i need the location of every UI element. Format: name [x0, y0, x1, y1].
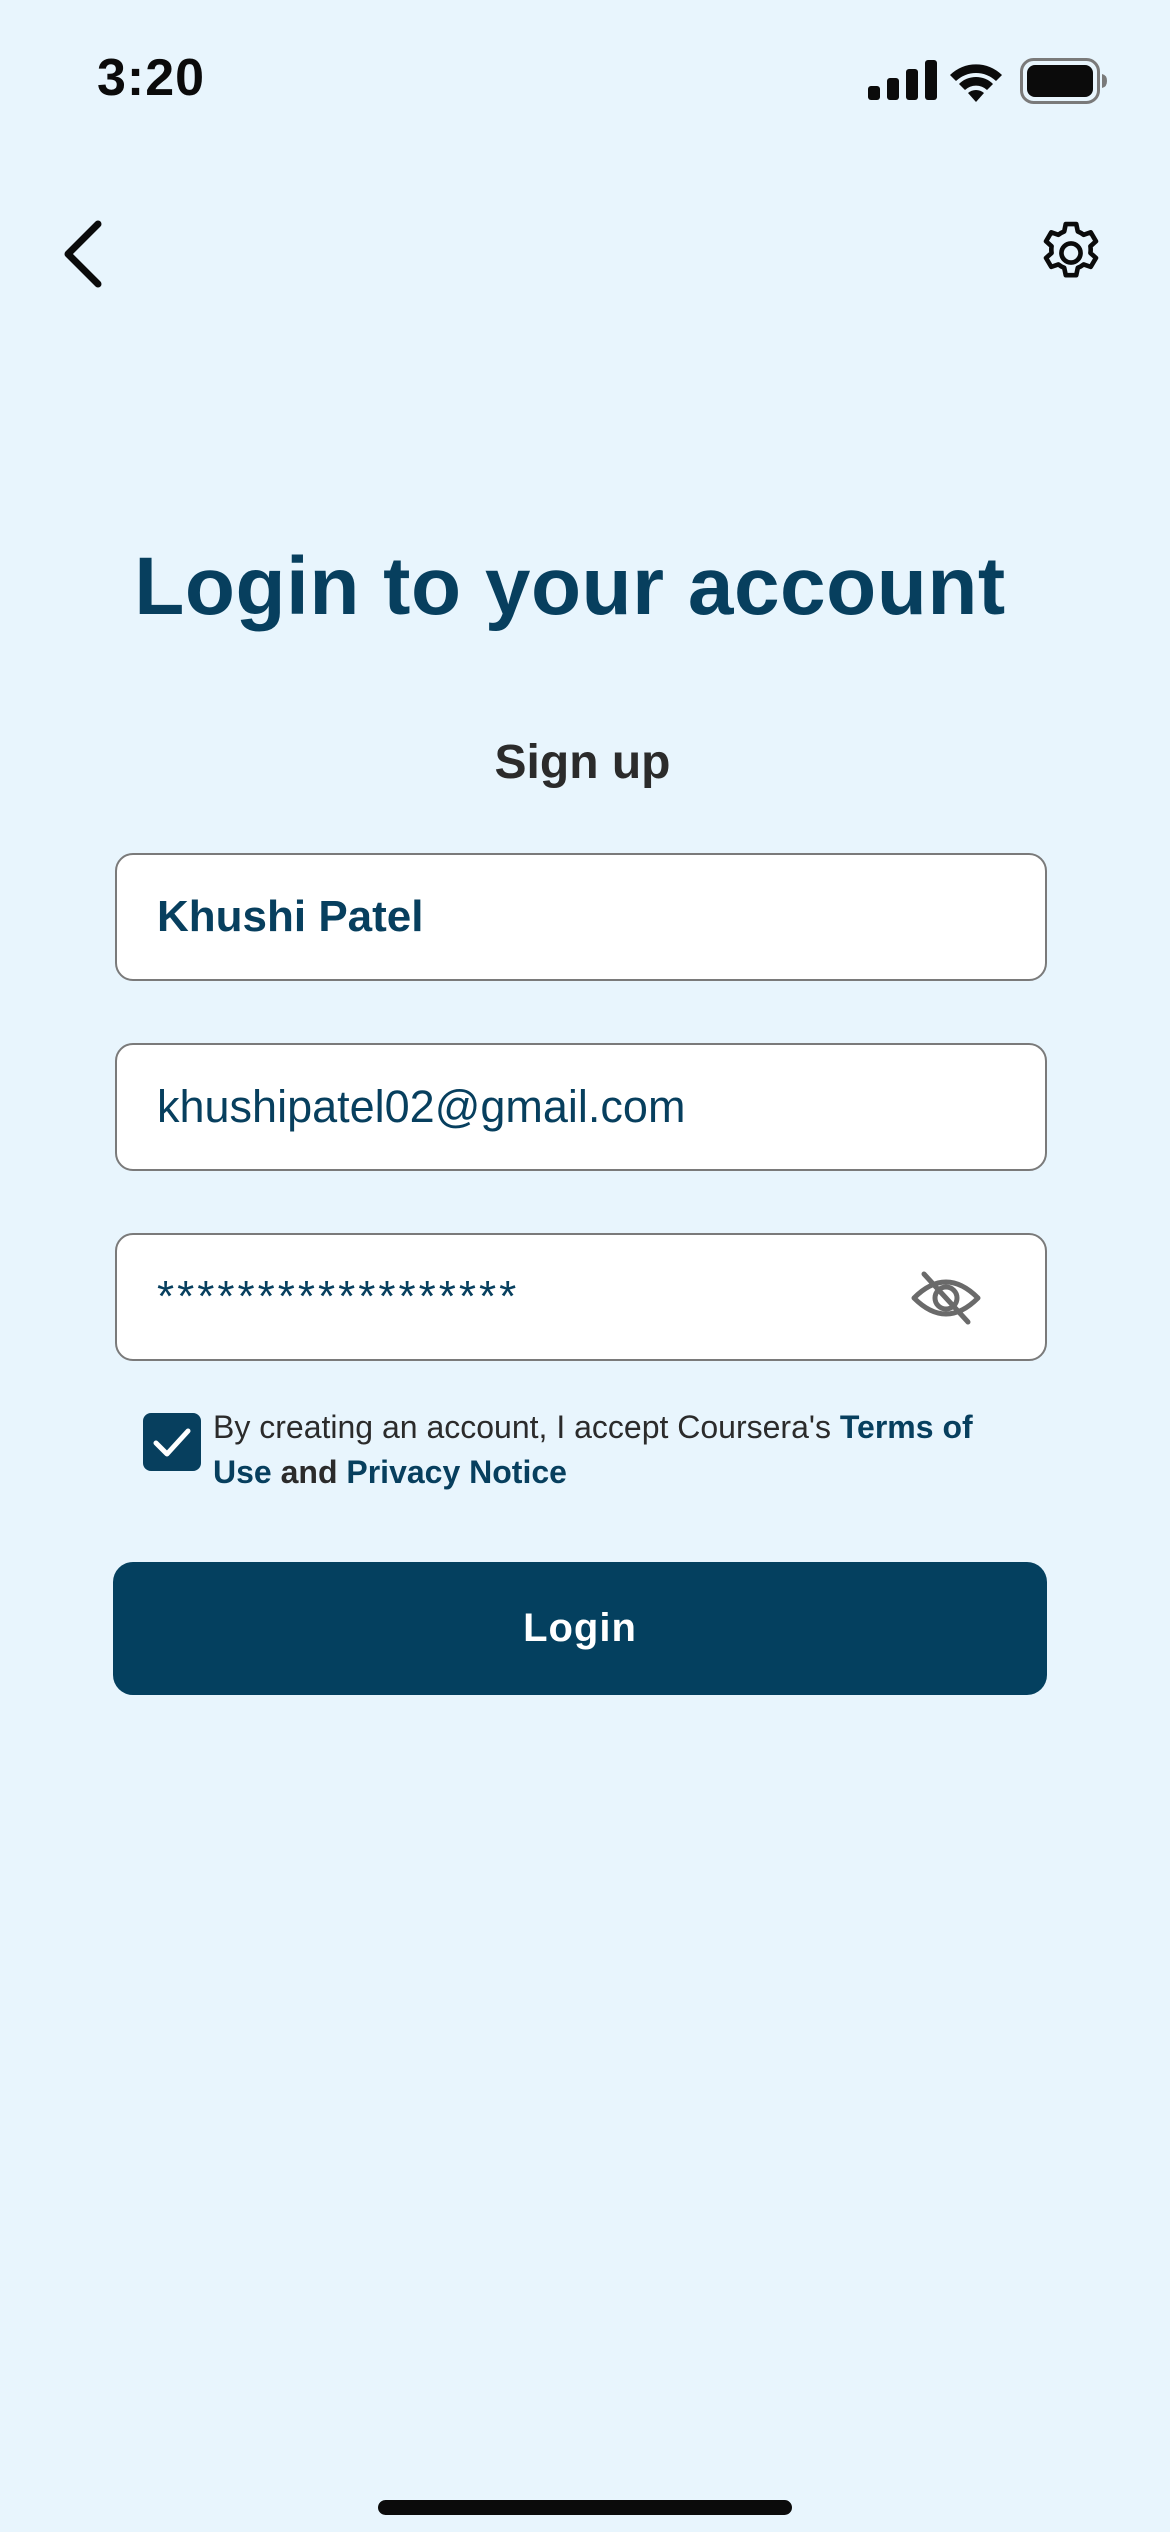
- name-field[interactable]: Khushi Patel: [115, 853, 1047, 981]
- wifi-icon: [950, 64, 1002, 102]
- chevron-left-icon[interactable]: [58, 218, 110, 290]
- sign-up-link[interactable]: Sign up: [0, 735, 1165, 790]
- login-button[interactable]: Login: [113, 1562, 1047, 1695]
- home-indicator[interactable]: [378, 2500, 792, 2515]
- gear-icon[interactable]: [1034, 216, 1108, 290]
- status-time: 3:20: [97, 49, 206, 107]
- email-field[interactable]: khushipatel02@gmail.com: [115, 1043, 1047, 1171]
- terms-text: By creating an account, I accept Courser…: [213, 1405, 1013, 1495]
- password-value: ******************: [157, 1272, 520, 1321]
- name-value: Khushi Patel: [157, 892, 424, 941]
- signal-icon: [868, 60, 937, 100]
- battery-icon: [1020, 58, 1107, 104]
- privacy-notice-link[interactable]: Privacy Notice: [346, 1454, 567, 1490]
- eye-slash-icon[interactable]: [908, 1268, 984, 1328]
- terms-checkbox[interactable]: [143, 1413, 201, 1471]
- terms-prefix: By creating an account, I accept Courser…: [213, 1409, 840, 1445]
- terms-conjunction: and: [271, 1454, 347, 1490]
- email-value: khushipatel02@gmail.com: [157, 1081, 686, 1132]
- checkmark-icon: [153, 1428, 191, 1457]
- page-title: Login to your account: [134, 541, 1006, 632]
